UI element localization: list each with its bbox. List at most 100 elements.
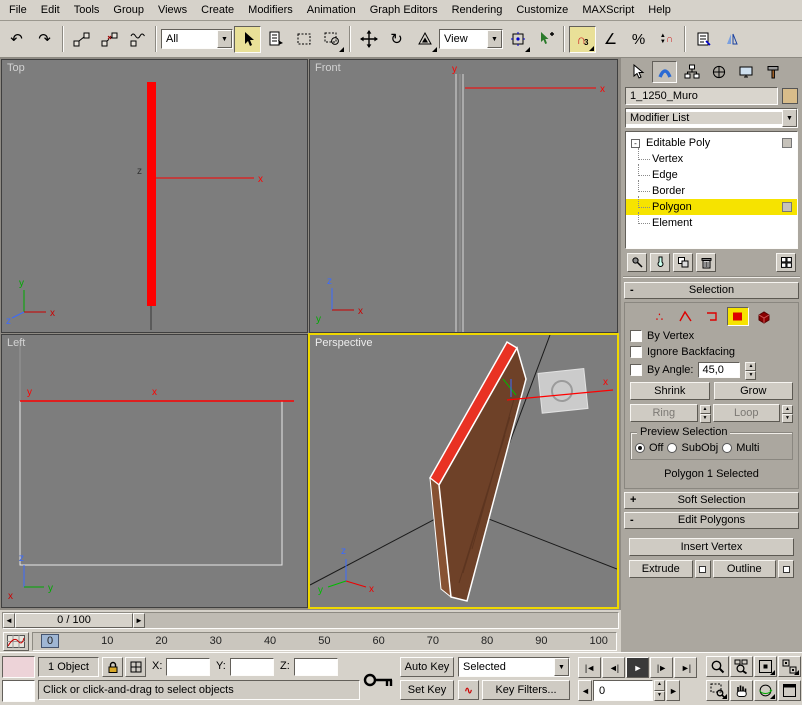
undo-button[interactable]: ↶ xyxy=(3,26,30,53)
rollout-edit-polygons-header[interactable]: - Edit Polygons xyxy=(624,512,799,529)
vertex-subobject-button[interactable]: ∴ xyxy=(649,307,671,326)
select-and-manipulate-button[interactable] xyxy=(532,26,559,53)
absolute-offset-toggle-button[interactable] xyxy=(125,657,146,677)
macro-recorder-mini-listener[interactable] xyxy=(2,656,35,678)
modifier-onoff-icon[interactable] xyxy=(782,138,792,148)
border-subobject-button[interactable] xyxy=(701,307,723,326)
track-bar-ruler[interactable]: 0 10 20 30 40 50 60 70 80 90 100 xyxy=(32,632,617,651)
extrude-settings-button[interactable] xyxy=(695,560,711,578)
selection-filter-dropdown[interactable]: All ▼ xyxy=(161,29,233,49)
collapse-icon[interactable]: - xyxy=(631,139,640,148)
element-subobject-button[interactable] xyxy=(753,307,775,326)
extrude-button[interactable]: Extrude xyxy=(629,560,693,578)
current-frame-marker[interactable]: 0 xyxy=(41,634,59,648)
object-name-field[interactable]: 1_1250_Muro xyxy=(625,87,778,105)
angle-snap-button[interactable]: ∠ xyxy=(597,26,624,53)
tab-display[interactable] xyxy=(733,61,758,83)
object-color-swatch[interactable] xyxy=(782,88,798,104)
viewport-top[interactable]: Top x z y x z xyxy=(2,60,307,332)
viewport-perspective[interactable]: Perspective x xyxy=(310,335,617,607)
configure-modifier-sets-button[interactable] xyxy=(776,253,796,272)
previous-frame-button[interactable]: ◄| xyxy=(602,657,625,678)
zoom-region-button[interactable] xyxy=(706,680,729,701)
viewport-top-scene[interactable]: x z y x z xyxy=(2,60,307,332)
ring-button[interactable]: Ring xyxy=(630,404,698,422)
time-slider-track[interactable]: ◄ 0 / 100 ► xyxy=(2,612,619,629)
menu-rendering[interactable]: Rendering xyxy=(445,1,510,20)
shrink-button[interactable]: Shrink xyxy=(630,382,710,400)
grow-button[interactable]: Grow xyxy=(714,382,794,400)
selection-lock-button[interactable] xyxy=(102,657,123,677)
time-slider-thumb[interactable]: 0 / 100 xyxy=(15,613,133,628)
pin-stack-button[interactable] xyxy=(627,253,647,272)
ring-spinner[interactable]: ▲▼ xyxy=(700,405,711,421)
select-object-button[interactable] xyxy=(234,26,261,53)
unlink-selection-button[interactable] xyxy=(96,26,123,53)
maximize-viewport-toggle-button[interactable] xyxy=(778,680,801,701)
frame-spinner[interactable]: ▲▼ xyxy=(654,680,665,701)
frame-forward-button[interactable]: ► xyxy=(666,680,680,701)
rollout-selection-header[interactable]: - Selection xyxy=(624,282,799,299)
loop-button[interactable]: Loop xyxy=(713,404,781,422)
make-unique-button[interactable] xyxy=(673,253,693,272)
preview-multi-radio[interactable] xyxy=(722,443,732,453)
outline-settings-button[interactable] xyxy=(778,560,794,578)
dropdown-arrow-icon[interactable]: ▼ xyxy=(487,30,502,48)
angle-value-field[interactable]: 45,0 xyxy=(698,362,740,378)
use-pivot-point-center-button[interactable] xyxy=(504,26,531,53)
zoom-button[interactable] xyxy=(706,656,729,677)
stack-item-vertex[interactable]: Vertex xyxy=(626,151,797,167)
select-and-link-button[interactable] xyxy=(68,26,95,53)
menu-group[interactable]: Group xyxy=(106,1,151,20)
maxscript-mini-listener[interactable] xyxy=(2,680,35,702)
snap-toggle-button[interactable]: ∩3 xyxy=(569,26,596,53)
menu-file[interactable]: File xyxy=(2,1,34,20)
menu-edit[interactable]: Edit xyxy=(34,1,67,20)
ignore-backfacing-checkbox[interactable] xyxy=(630,346,642,358)
viewport-left[interactable]: Left y x z y x xyxy=(2,335,307,607)
zoom-extents-button[interactable] xyxy=(754,656,777,677)
time-slider-next-arrow[interactable]: ► xyxy=(133,613,145,628)
play-button[interactable]: ► xyxy=(626,657,649,678)
preview-off-radio[interactable] xyxy=(635,443,645,453)
menu-modifiers[interactable]: Modifiers xyxy=(241,1,300,20)
set-key-button[interactable]: Set Key xyxy=(400,680,454,700)
window-crossing-toggle-button[interactable] xyxy=(318,26,345,53)
angle-spinner[interactable]: ▲▼ xyxy=(745,362,756,378)
by-vertex-checkbox[interactable] xyxy=(630,330,642,342)
frame-back-button[interactable]: ◄ xyxy=(578,680,592,701)
stack-item-edge[interactable]: Edge xyxy=(626,167,797,183)
zoom-all-button[interactable] xyxy=(730,656,753,677)
rollout-soft-selection-header[interactable]: + Soft Selection xyxy=(624,492,799,509)
x-coordinate-field[interactable] xyxy=(166,658,210,676)
menu-create[interactable]: Create xyxy=(194,1,241,20)
tab-create[interactable] xyxy=(625,61,650,83)
time-slider-prev-arrow[interactable]: ◄ xyxy=(3,613,15,628)
tab-utilities[interactable] xyxy=(760,61,785,83)
z-coordinate-field[interactable] xyxy=(294,658,338,676)
reference-coordinate-dropdown[interactable]: View ▼ xyxy=(439,29,503,49)
pan-button[interactable] xyxy=(730,680,753,701)
dropdown-arrow-icon[interactable]: ▼ xyxy=(217,30,232,48)
y-coordinate-field[interactable] xyxy=(230,658,274,676)
edge-subobject-button[interactable] xyxy=(675,307,697,326)
zoom-extents-all-button[interactable] xyxy=(778,656,801,677)
stack-item-editable-poly[interactable]: - Editable Poly xyxy=(626,135,797,151)
percent-snap-button[interactable]: % xyxy=(625,26,652,53)
menu-help[interactable]: Help xyxy=(641,1,678,20)
viewport-perspective-scene[interactable]: x z x y xyxy=(310,335,617,607)
menu-maxscript[interactable]: MAXScript xyxy=(575,1,641,20)
menu-views[interactable]: Views xyxy=(151,1,194,20)
menu-tools[interactable]: Tools xyxy=(67,1,107,20)
select-and-rotate-button[interactable]: ↻ xyxy=(383,26,410,53)
stack-item-polygon[interactable]: Polygon xyxy=(626,199,797,215)
viewport-front-scene[interactable]: x y z x y xyxy=(310,60,617,332)
menu-customize[interactable]: Customize xyxy=(509,1,575,20)
rectangular-selection-region-button[interactable] xyxy=(290,26,317,53)
tab-modify[interactable] xyxy=(652,61,677,83)
open-mini-curve-editor-button[interactable] xyxy=(3,632,29,651)
menu-animation[interactable]: Animation xyxy=(300,1,363,20)
preview-subobj-radio[interactable] xyxy=(667,443,677,453)
polygon-subobject-button[interactable] xyxy=(727,307,749,326)
key-mode-dropdown[interactable]: Selected ▼ xyxy=(458,657,570,677)
